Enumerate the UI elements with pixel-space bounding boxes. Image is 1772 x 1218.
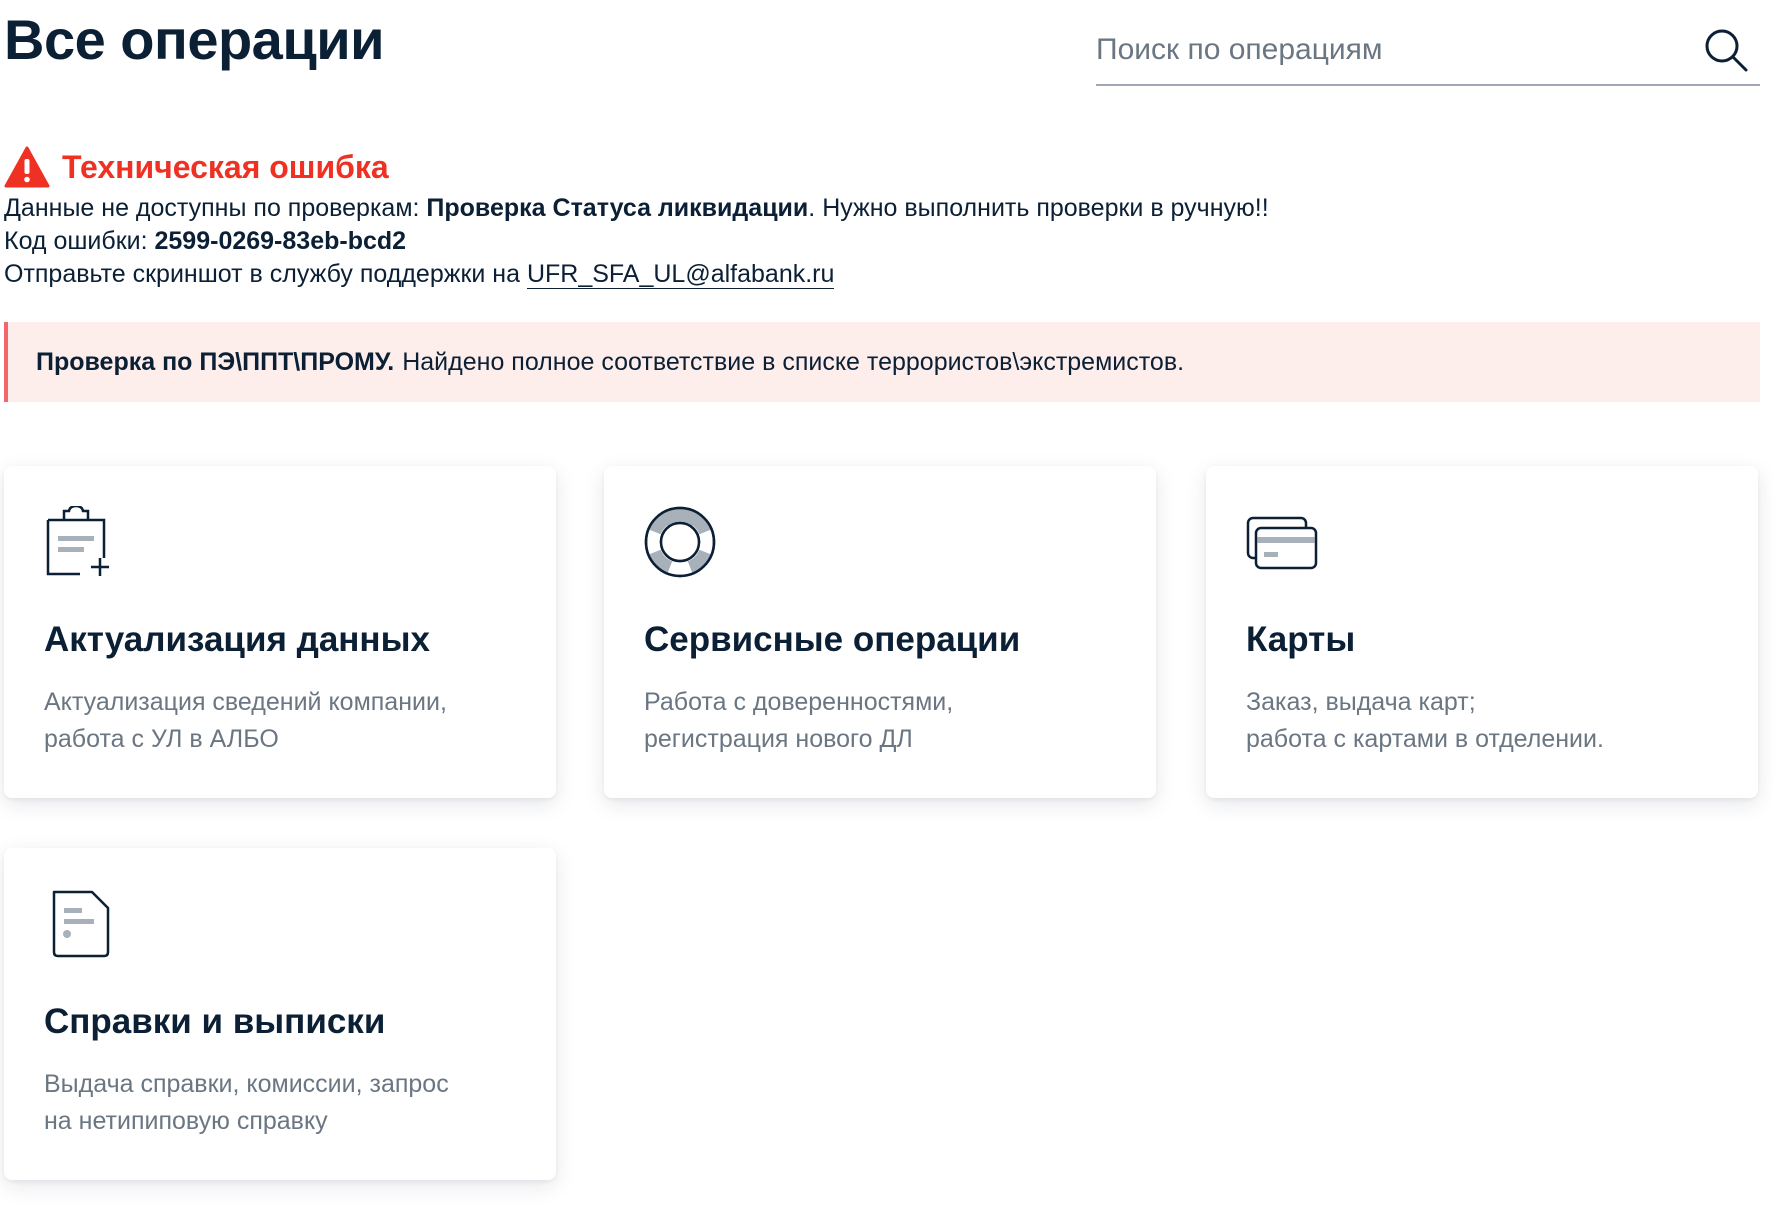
card-description-line: регистрация нового ДЛ <box>644 725 913 753</box>
error-unavailable-checks: Данные не доступны по проверкам: Проверк… <box>4 192 1604 225</box>
error-support-line: Отправьте скриншот в службу поддержки на… <box>4 258 1604 291</box>
card-service-operations[interactable]: Сервисные операции Работа с доверенностя… <box>604 466 1156 798</box>
card-description: Работа с доверенностями, регистрация нов… <box>644 684 1116 758</box>
search-input[interactable] <box>1096 18 1696 82</box>
card-title: Сервисные операции <box>644 620 1021 659</box>
card-statements[interactable]: Справки и выписки Выдача справки, комисс… <box>4 848 556 1180</box>
error-code-label: Код ошибки: <box>4 227 155 255</box>
error-line1-prefix: Данные не доступны по проверкам: <box>4 194 427 222</box>
operations-page: Все операции Техническая ошибка Данные н… <box>0 0 1772 1218</box>
card-description-line: Заказ, выдача карт; <box>1246 688 1476 716</box>
error-code-line: Код ошибки: 2599-0269-83eb-bcd2 <box>4 225 1604 258</box>
card-title: Карты <box>1246 620 1356 659</box>
lifebuoy-icon <box>644 506 716 578</box>
error-title: Техническая ошибка <box>62 148 389 185</box>
card-description: Актуализация сведений компании, работа с… <box>44 684 516 758</box>
document-icon <box>52 890 110 958</box>
error-code-value: 2599-0269-83eb-bcd2 <box>154 227 407 255</box>
search-icon[interactable] <box>1702 26 1750 74</box>
card-description: Выдача справки, комиссии, запрос на нети… <box>44 1066 516 1140</box>
card-description-line: Актуализация сведений компании, <box>44 688 447 716</box>
error-title-row: Техническая ошибка <box>4 142 1604 192</box>
page-title: Все операции <box>4 8 385 71</box>
card-description-line: Работа с доверенностями, <box>644 688 954 716</box>
card-description-line: на нетипиповую справку <box>44 1107 328 1135</box>
card-description: Заказ, выдача карт; работа с картами в о… <box>1246 684 1718 758</box>
card-description-line: Выдача справки, комиссии, запрос <box>44 1070 449 1098</box>
alert-check-name: Проверка по ПЭ\ППТ\ПРОМУ. <box>36 347 395 376</box>
search-bar <box>1096 18 1760 86</box>
sanctions-alert: Проверка по ПЭ\ППТ\ПРОМУ. Найдено полное … <box>4 322 1760 402</box>
card-description-line: работа с УЛ в АЛБО <box>44 725 279 753</box>
technical-error-block: Техническая ошибка Данные не доступны по… <box>4 142 1604 291</box>
alert-text: Найдено полное соответствие в списке тер… <box>402 347 1185 376</box>
card-title: Актуализация данных <box>44 620 430 659</box>
card-data-update[interactable]: Актуализация данных Актуализация сведени… <box>4 466 556 798</box>
card-description-line: работа с картами в отделении. <box>1246 725 1604 753</box>
error-support-prefix: Отправьте скриншот в службу поддержки на <box>4 260 527 288</box>
error-line1-suffix: . Нужно выполнить проверки в ручную!! <box>808 194 1269 222</box>
card-cards[interactable]: Карты Заказ, выдача карт; работа с карта… <box>1206 466 1758 798</box>
card-title: Справки и выписки <box>44 1002 386 1041</box>
clipboard-plus-icon <box>46 506 109 576</box>
error-failed-check: Проверка Статуса ликвидации <box>426 194 809 222</box>
cards-icon <box>1246 516 1318 570</box>
support-email-link[interactable]: UFR_SFA_UL@alfabank.ru <box>526 260 835 289</box>
warning-icon <box>4 146 50 188</box>
